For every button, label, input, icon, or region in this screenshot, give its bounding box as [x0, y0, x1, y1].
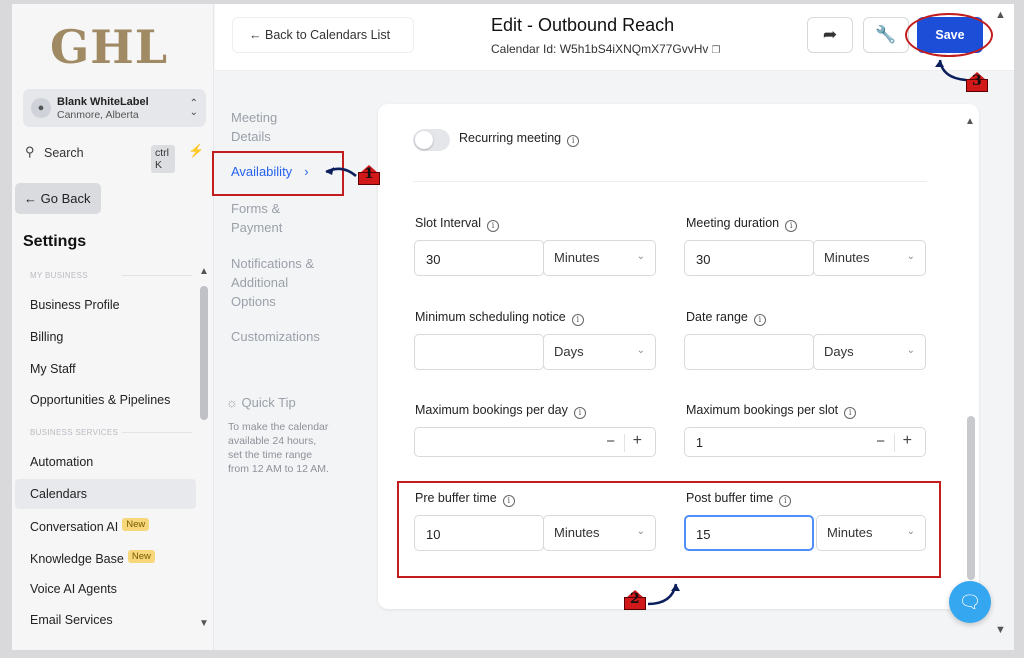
arrow-path — [647, 583, 678, 606]
arrow-head — [671, 584, 680, 591]
arrow-path — [938, 59, 967, 82]
arrow-head — [935, 60, 944, 67]
app-window: GHL ● Blank WhiteLabel Canmore, Alberta … — [12, 4, 1014, 650]
annotation-arrows — [325, 59, 967, 606]
